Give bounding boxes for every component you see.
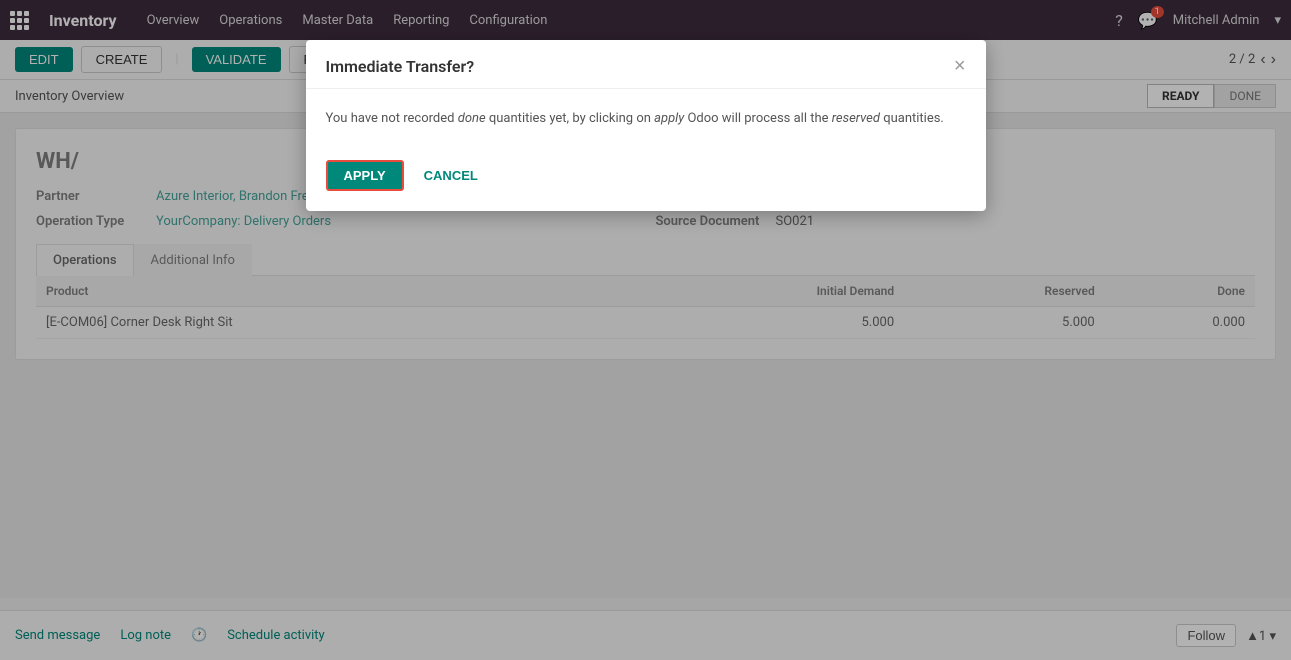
modal-text-reserved: reserved: [832, 111, 880, 126]
modal-text-apply: apply: [654, 111, 684, 126]
modal-text-after: Odoo will process all the: [684, 111, 832, 126]
immediate-transfer-modal: Immediate Transfer? × You have not recor…: [306, 40, 986, 211]
apply-button[interactable]: APPLY: [326, 160, 404, 191]
modal-message: You have not recorded done quantities ye…: [326, 109, 966, 130]
cancel-modal-button[interactable]: CANCEL: [414, 162, 488, 189]
modal-text-middle: quantities yet, by clicking on: [486, 111, 655, 126]
modal-body: You have not recorded done quantities ye…: [306, 89, 986, 150]
modal-text-end: quantities.: [880, 111, 944, 126]
modal-text-done: done: [458, 111, 486, 126]
modal-text-before: You have not recorded: [326, 111, 458, 126]
modal-header: Immediate Transfer? ×: [306, 40, 986, 89]
modal-footer: APPLY CANCEL: [306, 150, 986, 211]
modal-overlay: Immediate Transfer? × You have not recor…: [0, 0, 1291, 660]
modal-title: Immediate Transfer?: [326, 57, 475, 76]
modal-close-button[interactable]: ×: [954, 56, 966, 76]
